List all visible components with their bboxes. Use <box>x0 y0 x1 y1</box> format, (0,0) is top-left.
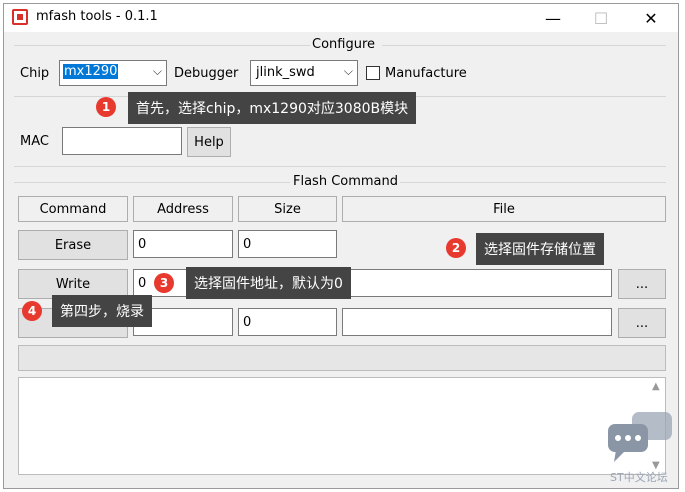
erase-size-input[interactable]: 0 <box>238 230 337 258</box>
write-address-value: 0 <box>138 276 147 291</box>
minimize-button[interactable]: — <box>530 4 576 32</box>
header-file: File <box>342 196 666 222</box>
output-log[interactable] <box>18 377 666 475</box>
maximize-button[interactable]: ☐ <box>578 4 624 32</box>
manufacture-checkbox[interactable] <box>366 66 380 80</box>
read-file-input[interactable] <box>342 308 612 336</box>
configure-group-bottom <box>14 166 666 167</box>
mac-label: MAC <box>20 134 49 149</box>
callout-4: 第四步，烧录 <box>52 295 152 327</box>
callout-2: 选择固件存储位置 <box>476 233 604 265</box>
read-size-value: 0 <box>243 315 252 330</box>
configure-group-line-left <box>14 45 310 46</box>
callout-2-badge: 2 <box>446 238 466 258</box>
header-size: Size <box>238 196 337 222</box>
chip-label: Chip <box>20 66 50 81</box>
chat-bubbles-icon <box>606 410 676 466</box>
read-size-input[interactable]: 0 <box>238 308 337 336</box>
callout-1-badge: 1 <box>96 97 116 117</box>
header-command: Command <box>18 196 128 222</box>
callout-3: 选择固件地址，默认为0 <box>186 267 351 299</box>
callout-3-badge: 3 <box>154 273 174 293</box>
debugger-label: Debugger <box>174 66 239 81</box>
mac-input[interactable] <box>62 127 182 155</box>
manufacture-label: Manufacture <box>385 66 467 81</box>
callout-1: 首先，选择chip，mx1290对应3080B模块 <box>128 92 417 124</box>
close-button[interactable]: ✕ <box>628 4 674 32</box>
debugger-select-value: jlink_swd <box>256 65 315 80</box>
callout-4-badge: 4 <box>22 301 42 321</box>
watermark-text: ST中文论坛 <box>610 471 668 484</box>
flash-group-line-right <box>400 182 666 183</box>
read-browse-button[interactable]: ... <box>618 308 666 338</box>
chevron-down-icon: ⌵ <box>343 64 353 78</box>
erase-address-input[interactable]: 0 <box>133 230 233 258</box>
chip-select-value: mx1290 <box>63 64 119 79</box>
window-title: mfash tools - 0.1.1 <box>36 9 158 24</box>
write-file-input[interactable] <box>342 269 612 297</box>
chevron-down-icon: ⌵ <box>152 64 162 78</box>
app-chip-icon <box>12 9 28 25</box>
flash-group-line-left <box>14 182 290 183</box>
debugger-select[interactable]: jlink_swd ⌵ <box>250 60 358 86</box>
flash-group-title: Flash Command <box>293 174 399 189</box>
configure-group-line-right <box>382 45 666 46</box>
configure-group-title: Configure <box>312 37 376 52</box>
header-address: Address <box>133 196 233 222</box>
chip-select[interactable]: mx1290 ⌵ <box>59 60 167 86</box>
write-browse-button[interactable]: ... <box>618 269 666 299</box>
scroll-up-icon[interactable]: ▲ <box>652 381 660 392</box>
erase-size-value: 0 <box>243 237 252 252</box>
erase-button[interactable]: Erase <box>18 230 128 260</box>
erase-address-value: 0 <box>138 237 147 252</box>
progress-bar <box>18 345 666 371</box>
help-button[interactable]: Help <box>187 127 231 157</box>
